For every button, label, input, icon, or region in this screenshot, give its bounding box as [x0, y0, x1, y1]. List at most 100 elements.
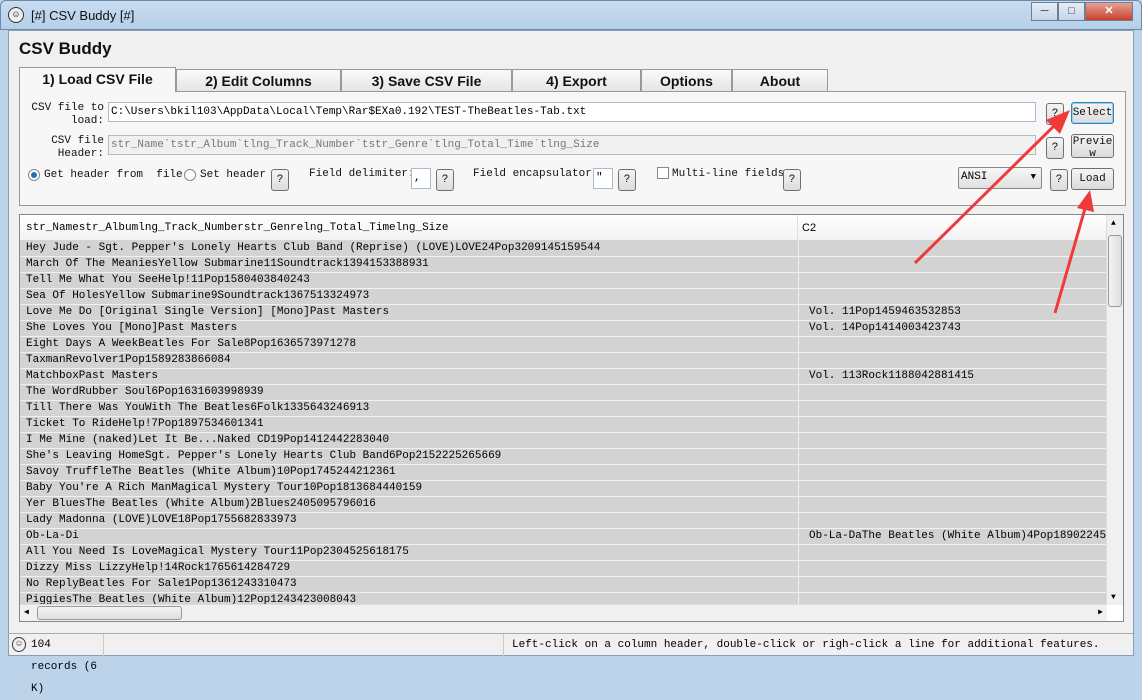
- table-row[interactable]: Tell Me What You SeeHelp!11Pop1580403840…: [20, 273, 1107, 289]
- status-spacer: [104, 634, 504, 656]
- cell-c1: March Of The MeaniesYellow Submarine11So…: [26, 258, 429, 270]
- get-header-radio[interactable]: [28, 169, 40, 181]
- cell-c2: Vol. 14Pop1414003423743: [798, 321, 1107, 336]
- table-row[interactable]: Eight Days A WeekBeatles For Sale8Pop163…: [20, 337, 1107, 353]
- column-header-2[interactable]: C2: [802, 222, 816, 234]
- chevron-down-icon: ▼: [1030, 172, 1036, 182]
- cell-c2: [798, 497, 1107, 512]
- table-row[interactable]: Ticket To RideHelp!7Pop1897534601341: [20, 417, 1107, 433]
- cell-c1: Till There Was YouWith The Beatles6Folk1…: [26, 402, 370, 414]
- table-row[interactable]: MatchboxPast Masters Vol. 113Rock11880428…: [20, 369, 1107, 385]
- table-row[interactable]: Dizzy Miss LizzyHelp!14Rock1765614284729: [20, 561, 1107, 577]
- scroll-right-icon[interactable]: ▶: [1098, 607, 1103, 617]
- status-records: ☺ 104 records (6 K): [9, 634, 104, 695]
- table-row[interactable]: Lady Madonna (LOVE)LOVE18Pop175568283397…: [20, 513, 1107, 529]
- file-path-input[interactable]: C:\Users\bkil103\AppData\Local\Temp\Rar$…: [108, 102, 1036, 122]
- cell-c1: Dizzy Miss LizzyHelp!14Rock1765614284729: [26, 562, 291, 574]
- cell-c1: All You Need Is LoveMagical Mystery Tour…: [26, 546, 409, 558]
- cell-c1: Eight Days A WeekBeatles For Sale8Pop163…: [26, 338, 357, 350]
- vertical-scrollbar[interactable]: ▲ ▼: [1106, 215, 1123, 605]
- cell-c2: [798, 241, 1107, 256]
- cell-c1: No ReplyBeatles For Sale1Pop136124331047…: [26, 578, 297, 590]
- encapsulator-help-button[interactable]: ?: [618, 169, 636, 191]
- cell-c2: [798, 513, 1107, 528]
- cell-c2: [798, 273, 1107, 288]
- encoding-help-button[interactable]: ?: [1050, 169, 1068, 191]
- records-count: 104 records (6 K): [31, 639, 98, 695]
- cell-c1: TaxmanRevolver1Pop1589283866084: [26, 354, 231, 366]
- close-button[interactable]: ✕: [1085, 2, 1133, 21]
- table-row[interactable]: Till There Was YouWith The Beatles6Folk1…: [20, 401, 1107, 417]
- header-help-button[interactable]: ?: [1046, 137, 1064, 159]
- horizontal-scrollbar[interactable]: ◀ ▶: [20, 604, 1107, 621]
- encoding-select[interactable]: ANSI ▼: [958, 167, 1042, 189]
- cell-c2: Vol. 113Rock1188042881415: [798, 369, 1107, 384]
- get-header-label: Get header from file: [44, 169, 183, 181]
- table-row[interactable]: Love Me Do [Original Single Version] [Mo…: [20, 305, 1107, 321]
- table-row[interactable]: March Of The MeaniesYellow Submarine11So…: [20, 257, 1107, 273]
- minimize-button[interactable]: ─: [1031, 2, 1058, 21]
- header-option-help-button[interactable]: ?: [271, 169, 289, 191]
- tab-load-csv[interactable]: 1) Load CSV File: [19, 67, 176, 92]
- table-row[interactable]: Sea Of HolesYellow Submarine9Soundtrack1…: [20, 289, 1107, 305]
- grid-header: str_Namestr_Albumlng_Track_Numberstr_Gen…: [20, 215, 1107, 241]
- cell-c2: [798, 257, 1107, 272]
- file-help-button[interactable]: ?: [1046, 103, 1064, 125]
- scroll-left-icon[interactable]: ◀: [24, 607, 29, 617]
- cell-c2: [798, 337, 1107, 352]
- cell-c1: I Me Mine (naked)Let It Be...Naked CD19P…: [26, 434, 390, 446]
- delimiter-help-button[interactable]: ?: [436, 169, 454, 191]
- tab-about[interactable]: About: [732, 69, 828, 91]
- window-title: [#] CSV Buddy [#]: [31, 8, 135, 23]
- table-row[interactable]: She Loves You [Mono]Past Masters Vol. 14P…: [20, 321, 1107, 337]
- table-row[interactable]: I Me Mine (naked)Let It Be...Naked CD19P…: [20, 433, 1107, 449]
- table-row[interactable]: Savoy TruffleThe Beatles (White Album)10…: [20, 465, 1107, 481]
- table-row[interactable]: Ob-La-Di Ob-La-DaThe Beatles (White Album…: [20, 529, 1107, 545]
- table-row[interactable]: TaxmanRevolver1Pop1589283866084: [20, 353, 1107, 369]
- load-panel: CSV file to load: C:\Users\bkil103\AppDa…: [19, 91, 1126, 206]
- table-row[interactable]: She's Leaving HomeSgt. Pepper's Lonely H…: [20, 449, 1107, 465]
- multiline-help-button[interactable]: ?: [783, 169, 801, 191]
- delimiter-input[interactable]: ,: [411, 168, 431, 189]
- tab-options[interactable]: Options: [641, 69, 732, 91]
- encapsulator-input[interactable]: ": [593, 168, 613, 189]
- encoding-value: ANSI: [961, 171, 988, 183]
- table-row[interactable]: No ReplyBeatles For Sale1Pop136124331047…: [20, 577, 1107, 593]
- cell-c2: [798, 481, 1107, 496]
- set-header-label: Set header: [200, 169, 267, 181]
- tab-edit-columns[interactable]: 2) Edit Columns: [176, 69, 341, 91]
- header-label: CSV file Header:: [51, 135, 104, 160]
- header-input[interactable]: str_Name`tstr_Album`tlng_Track_Number`ts…: [108, 135, 1036, 155]
- scroll-up-icon[interactable]: ▲: [1111, 219, 1116, 228]
- load-button[interactable]: Load: [1071, 168, 1114, 190]
- tab-save-csv[interactable]: 3) Save CSV File: [341, 69, 512, 91]
- cell-c1: Hey Jude - Sgt. Pepper's Lonely Hearts C…: [26, 242, 601, 254]
- status-hint: Left-click on a column header, double-cl…: [512, 639, 1100, 651]
- cell-c2: Ob-La-DaThe Beatles (White Album)4Pop189…: [798, 529, 1107, 544]
- app-title: CSV Buddy: [19, 39, 112, 58]
- table-row[interactable]: Hey Jude - Sgt. Pepper's Lonely Hearts C…: [20, 241, 1107, 257]
- table-row[interactable]: The WordRubber Soul6Pop1631603998939: [20, 385, 1107, 401]
- cell-c2: [798, 385, 1107, 400]
- cell-c2: [798, 401, 1107, 416]
- table-row[interactable]: All You Need Is LoveMagical Mystery Tour…: [20, 545, 1107, 561]
- multiline-checkbox[interactable]: [657, 167, 669, 179]
- status-bar: ☺ 104 records (6 K) Left-click on a colu…: [9, 633, 1133, 695]
- file-label: CSV file to load:: [31, 102, 104, 127]
- scroll-down-icon[interactable]: ▼: [1111, 593, 1116, 602]
- set-header-radio[interactable]: [184, 169, 196, 181]
- cell-c2: [798, 433, 1107, 448]
- select-button[interactable]: Select: [1071, 102, 1114, 124]
- maximize-button[interactable]: □: [1058, 2, 1085, 21]
- data-grid[interactable]: str_Namestr_Albumlng_Track_Numberstr_Gen…: [19, 214, 1124, 622]
- cell-c2: [798, 465, 1107, 480]
- column-header-1[interactable]: str_Namestr_Albumlng_Track_Numberstr_Gen…: [26, 222, 448, 234]
- preview-button[interactable]: Preview: [1071, 134, 1114, 160]
- table-row[interactable]: Baby You're A Rich ManMagical Mystery To…: [20, 481, 1107, 497]
- main-window: CSV Buddy 1) Load CSV File 2) Edit Colum…: [8, 30, 1134, 695]
- multiline-label: Multi-line fields: [672, 168, 785, 180]
- table-row[interactable]: Yer BluesThe Beatles (White Album)2Blues…: [20, 497, 1107, 513]
- vertical-scroll-thumb[interactable]: [1108, 235, 1122, 307]
- horizontal-scroll-thumb[interactable]: [37, 606, 182, 620]
- tab-export[interactable]: 4) Export: [512, 69, 641, 91]
